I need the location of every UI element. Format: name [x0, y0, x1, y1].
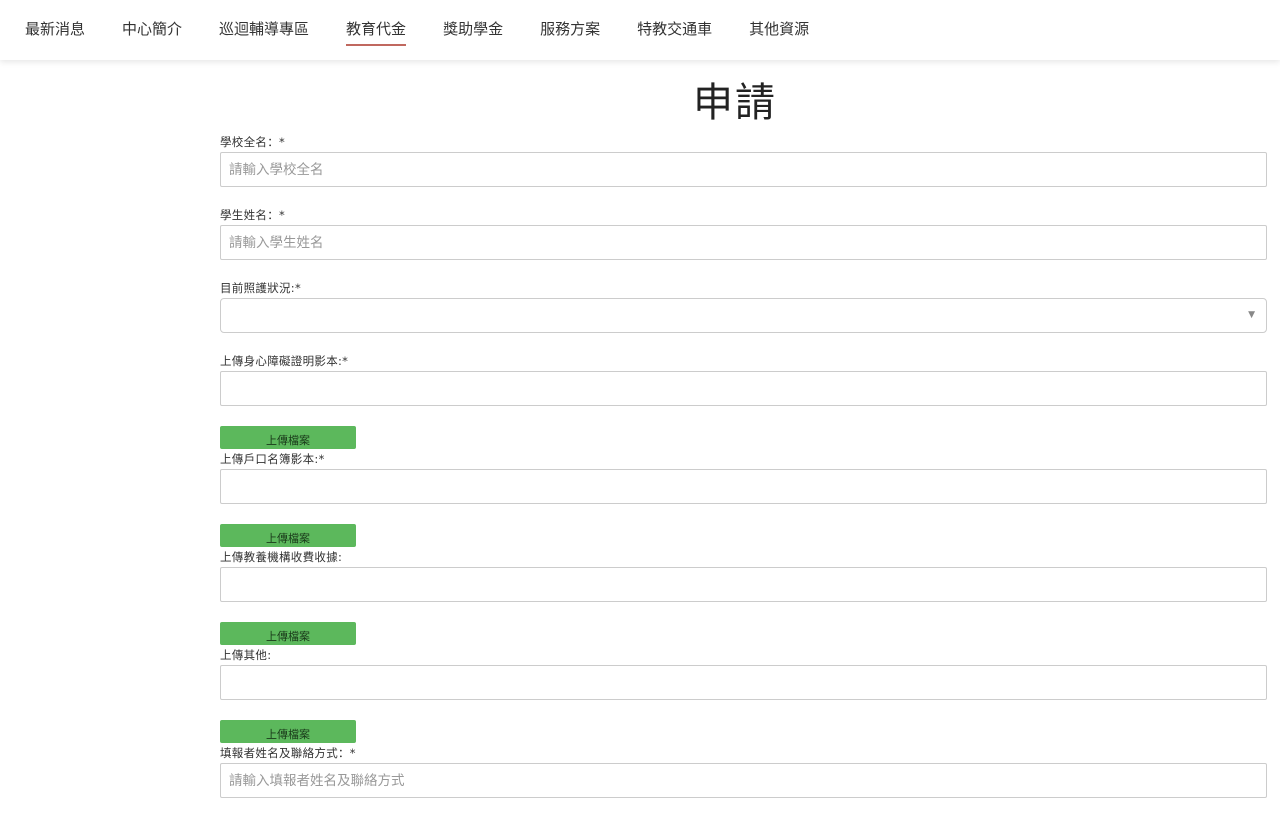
institution-receipt-label: 上傳教養機構收費收據:: [220, 550, 343, 564]
care-status-select[interactable]: ▼: [220, 298, 1267, 333]
reporter-contact-input[interactable]: [220, 763, 1267, 798]
nav-item-education-allowance[interactable]: 教育代金: [346, 0, 407, 48]
care-status-select-box[interactable]: [220, 298, 1267, 333]
disability-proof-label: 上傳身心障礙證明影本:*: [220, 354, 349, 368]
application-form: 學校全名：* 學生姓名：* 目前照護狀況:* ▼ 上傳身心障礙證明影本:* 上傳…: [220, 132, 1267, 798]
page-title: 申請: [693, 80, 777, 126]
care-status-label: 目前照護狀況:*: [220, 281, 302, 295]
nav-item-latest-news[interactable]: 最新消息: [25, 0, 85, 48]
student-name-input[interactable]: [220, 225, 1267, 260]
caret-down-icon: ▼: [1248, 310, 1255, 320]
household-register-file-field[interactable]: [220, 469, 1267, 504]
other-upload-label: 上傳其他:: [220, 648, 272, 662]
disability-proof-file-field[interactable]: [220, 371, 1267, 406]
top-navigation: 最新消息 中心簡介 巡迴輔導專區 教育代金 獎助學金 服務方案 特教交通車 其他…: [0, 0, 1280, 60]
nav-item-scholarship[interactable]: 獎助學金: [443, 0, 503, 48]
nav-item-other-resources[interactable]: 其他資源: [749, 0, 809, 48]
other-upload-button[interactable]: 上傳檔案: [220, 720, 356, 743]
institution-receipt-file-field[interactable]: [220, 567, 1267, 602]
reporter-contact-label: 填報者姓名及聯絡方式：*: [220, 746, 356, 760]
household-register-label: 上傳戶口名簿影本:*: [220, 452, 325, 466]
nav-item-center-intro[interactable]: 中心簡介: [122, 0, 182, 48]
household-register-upload-button[interactable]: 上傳檔案: [220, 524, 356, 547]
nav-item-service-plans[interactable]: 服務方案: [540, 0, 600, 48]
institution-receipt-upload-button[interactable]: 上傳檔案: [220, 622, 356, 645]
nav-item-special-ed-bus[interactable]: 特教交通車: [637, 0, 712, 48]
nav-item-itinerant-counseling[interactable]: 巡迴輔導專區: [219, 0, 309, 48]
disability-proof-upload-button[interactable]: 上傳檔案: [220, 426, 356, 449]
nav-list: 最新消息 中心簡介 巡迴輔導專區 教育代金 獎助學金 服務方案 特教交通車 其他…: [0, 0, 1280, 60]
student-name-label: 學生姓名：*: [220, 208, 286, 222]
school-name-label: 學校全名：*: [220, 135, 286, 149]
other-upload-file-field[interactable]: [220, 665, 1267, 700]
school-name-input[interactable]: [220, 152, 1267, 187]
